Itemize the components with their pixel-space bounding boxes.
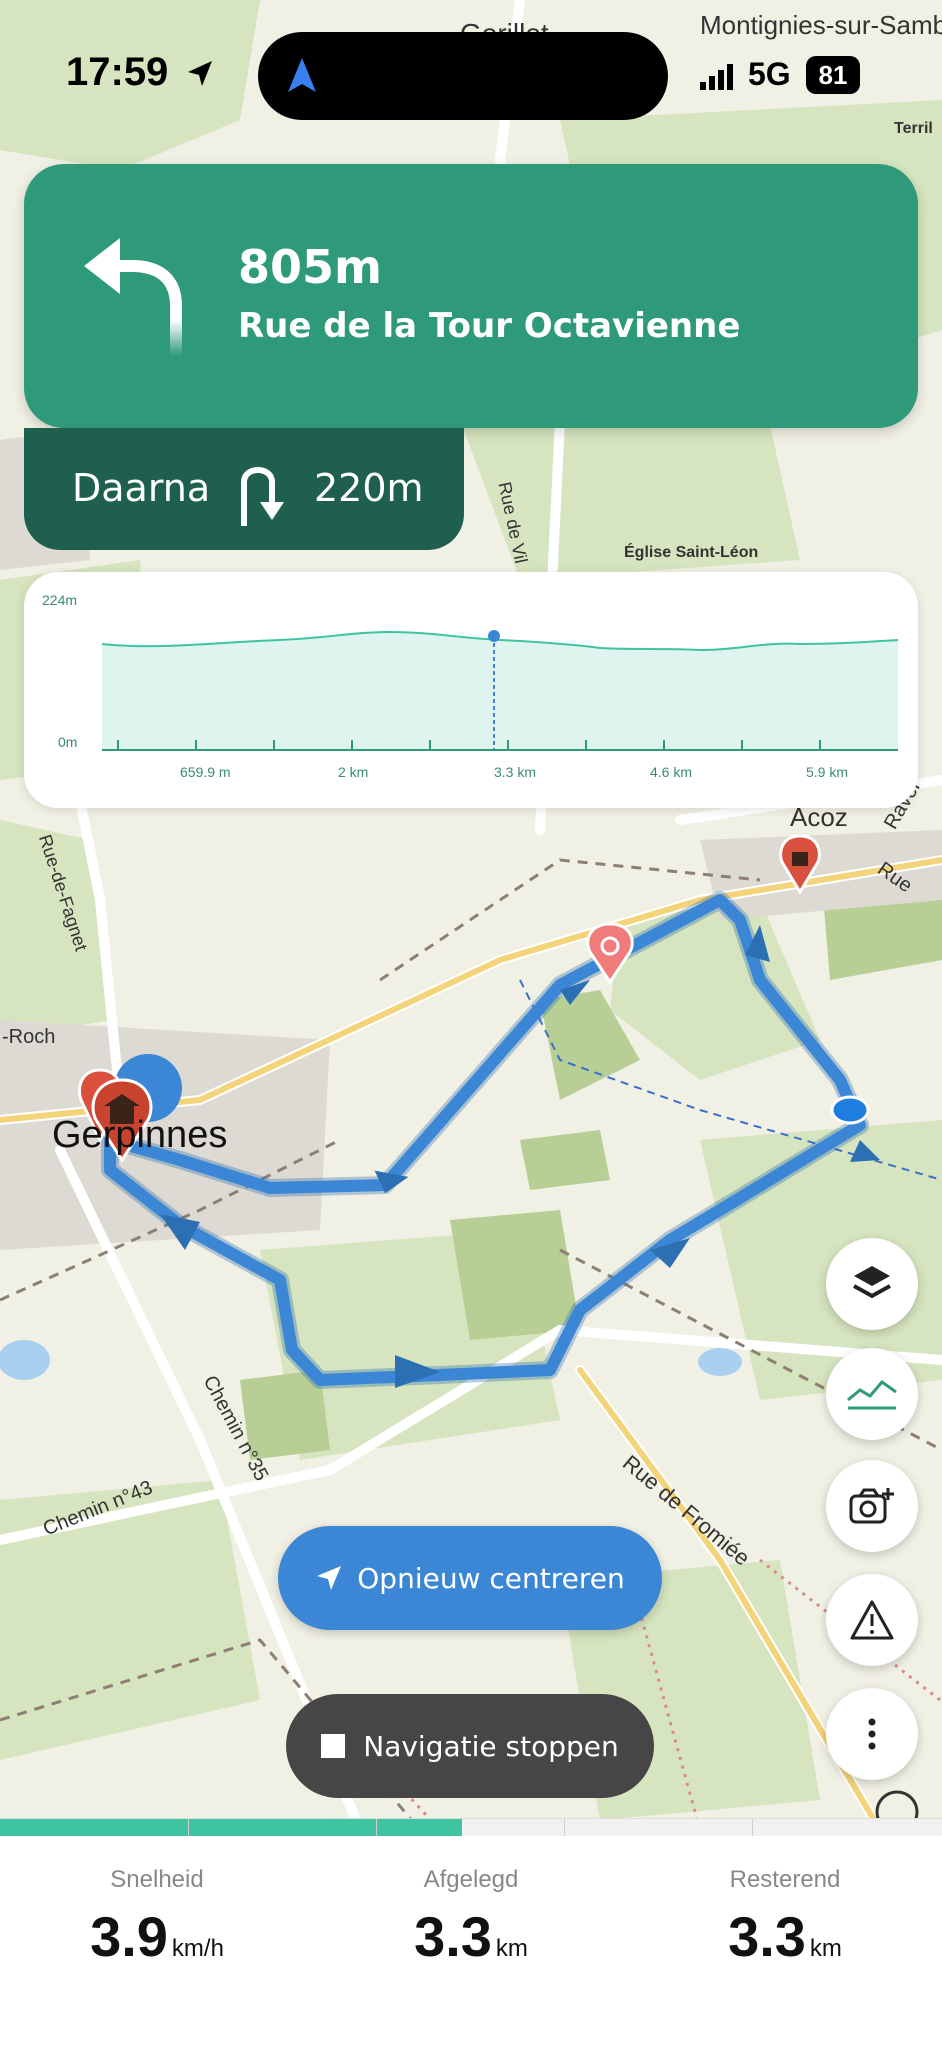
progress-tick	[376, 1819, 377, 1837]
stop-navigation-button[interactable]: Navigatie stoppen	[286, 1694, 654, 1798]
status-time: 17:59	[66, 50, 169, 94]
stat-speed-unit: km/h	[171, 1935, 224, 1962]
camera-plus-icon	[849, 1488, 894, 1524]
map-label-eglise: Église Saint-Léon	[624, 544, 759, 561]
warning-icon	[850, 1600, 894, 1640]
elevation-toggle-button[interactable]	[826, 1348, 918, 1440]
maneuver-distance: 805m	[238, 240, 382, 294]
progress-tick	[564, 1819, 565, 1837]
route-progress-bar	[0, 1818, 942, 1837]
stat-speed-label: Snelheid	[110, 1866, 204, 1893]
route-progress-fill	[0, 1819, 462, 1837]
progress-tick	[188, 1819, 189, 1837]
status-bar: 17:59 5G 81	[0, 0, 942, 150]
signal-icon	[700, 64, 733, 90]
stat-distance-remaining-value: 3.3	[728, 1905, 806, 1968]
more-vertical-icon	[868, 1718, 876, 1750]
elevation-x-label-4: 4.6 km	[650, 764, 693, 780]
stat-distance-done-value: 3.3	[414, 1905, 492, 1968]
navigation-arrow-icon	[288, 58, 316, 92]
stat-distance-done-label: Afgelegd	[423, 1866, 519, 1893]
trip-stats-panel: Snelheid 3.9 km/h Afgelegd 3.3 km Resteren…	[0, 1836, 942, 2048]
map-layers-button[interactable]	[826, 1238, 918, 1330]
recenter-button[interactable]: Opnieuw centreren	[278, 1526, 662, 1630]
stat-distance-done-unit: km	[495, 1935, 528, 1962]
layers-icon	[853, 1266, 891, 1299]
stat-distance-remaining-label: Resterend	[729, 1866, 841, 1893]
more-options-button[interactable]	[826, 1688, 918, 1780]
next-maneuver-label: Daarna	[72, 466, 211, 510]
stop-label: Navigatie stoppen	[363, 1729, 619, 1763]
map-label-gerpinnes: Gerpinnes	[52, 1114, 228, 1156]
maneuver-street: Rue de la Tour Octavienne	[238, 306, 741, 346]
u-turn-icon	[241, 467, 284, 526]
network-type: 5G	[748, 56, 791, 92]
elevation-x-label-5: 5.9 km	[806, 764, 849, 780]
current-location-dot	[830, 1095, 870, 1125]
elevation-x-label-1: 659.9 m	[180, 764, 231, 780]
recenter-label: Opnieuw centreren	[357, 1561, 625, 1595]
battery-level: 81	[806, 56, 860, 94]
elevation-graph	[101, 630, 899, 751]
stat-distance-done: Afgelegd 3.3 km	[314, 1866, 628, 1969]
stop-icon	[321, 1734, 346, 1758]
map-label-roch: -Roch	[2, 1026, 56, 1048]
report-hazard-button[interactable]	[826, 1574, 918, 1666]
stat-speed: Snelheid 3.9 km/h	[0, 1866, 314, 1969]
navigation-arrow-icon	[317, 1566, 342, 1590]
elevation-max-label: 224m	[42, 592, 78, 608]
add-photo-button[interactable]	[826, 1460, 918, 1552]
stat-distance-remaining-unit: km	[809, 1935, 842, 1962]
turn-left-icon	[84, 238, 182, 356]
elevation-x-label-3: 3.3 km	[494, 764, 537, 780]
location-arrow-icon	[188, 61, 212, 86]
elevation-x-label-2: 2 km	[338, 764, 369, 780]
elevation-min-label: 0m	[58, 734, 78, 750]
elevation-chart-icon	[847, 1379, 897, 1410]
stat-speed-value: 3.9	[90, 1905, 168, 1968]
next-maneuver-distance: 220m	[314, 466, 424, 510]
progress-tick	[752, 1819, 753, 1837]
stat-distance-remaining: Resterend 3.3 km	[628, 1866, 942, 1969]
